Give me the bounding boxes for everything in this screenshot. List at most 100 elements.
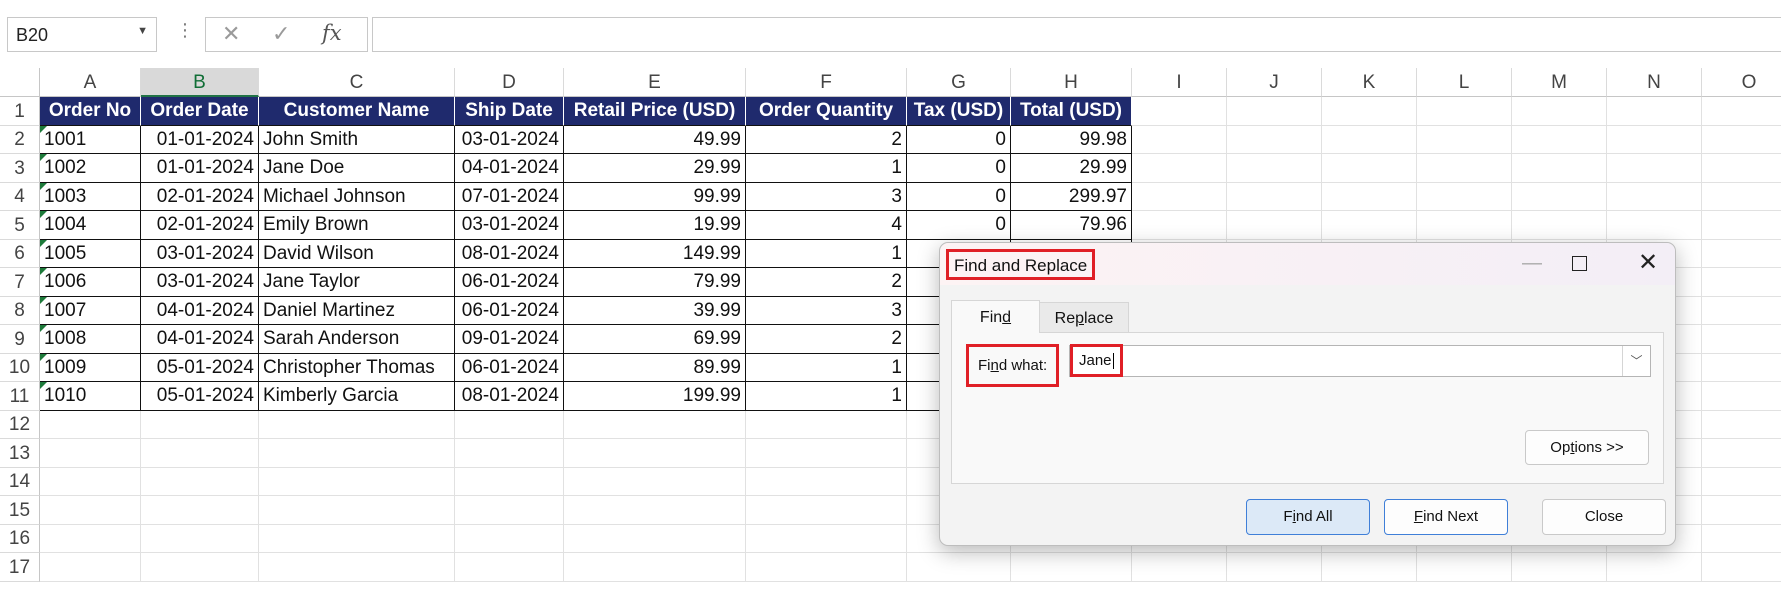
cell[interactable] [746,411,907,439]
cell[interactable] [1227,211,1322,240]
table-cell[interactable]: 1008 [40,325,141,354]
table-cell[interactable]: Jane Doe [259,154,455,183]
table-cell[interactable]: 03-01-2024 [455,126,564,154]
table-cell[interactable]: 04-01-2024 [141,325,259,354]
close-button[interactable]: Close [1542,499,1666,535]
table-cell[interactable]: 199.99 [564,382,746,411]
column-header-n[interactable]: N [1607,68,1702,97]
row-header-6[interactable]: 6 [0,240,40,268]
cell[interactable] [455,553,564,582]
table-cell[interactable]: 1 [746,354,907,382]
table-cell[interactable]: 03-01-2024 [141,268,259,297]
column-header-b[interactable]: B [141,68,259,97]
cell[interactable] [455,525,564,553]
table-cell[interactable]: Emily Brown [259,211,455,240]
row-header-1[interactable]: 1 [0,97,40,126]
table-cell[interactable]: Christopher Thomas [259,354,455,382]
column-header-a[interactable]: A [40,68,141,97]
cell[interactable] [564,439,746,468]
table-cell[interactable]: 1001 [40,126,141,154]
cell[interactable] [1702,268,1781,297]
cell[interactable] [259,468,455,496]
cell[interactable] [1417,97,1512,126]
table-cell[interactable]: 2 [746,268,907,297]
row-header-17[interactable]: 17 [0,553,40,582]
cell[interactable] [141,439,259,468]
cell[interactable] [1702,496,1781,525]
cell[interactable] [1322,183,1417,211]
cell[interactable] [564,468,746,496]
table-cell[interactable]: 89.99 [564,354,746,382]
table-cell[interactable]: 79.99 [564,268,746,297]
name-box[interactable]: B20 ▼ [7,17,157,52]
maximize-button[interactable] [1557,248,1601,278]
table-cell[interactable]: 299.97 [1011,183,1132,211]
table-cell[interactable]: 07-01-2024 [455,183,564,211]
cell[interactable] [1132,126,1227,154]
cell[interactable] [1512,183,1607,211]
cell[interactable] [1417,183,1512,211]
cell[interactable] [1702,525,1781,553]
column-header-g[interactable]: G [907,68,1011,97]
cell[interactable] [259,525,455,553]
row-header-10[interactable]: 10 [0,354,40,382]
column-header-d[interactable]: D [455,68,564,97]
cell[interactable] [1227,97,1322,126]
cell[interactable] [141,525,259,553]
cell[interactable] [259,411,455,439]
table-cell[interactable]: 39.99 [564,297,746,325]
column-header-c[interactable]: C [259,68,455,97]
table-header-cell[interactable]: Order Quantity [746,97,907,126]
cell[interactable] [1607,211,1702,240]
tab-replace[interactable]: Replace [1040,302,1129,333]
cell[interactable] [455,496,564,525]
cell[interactable] [564,411,746,439]
table-header-cell[interactable]: Retail Price (USD) [564,97,746,126]
cell[interactable] [1702,325,1781,354]
cell[interactable] [40,525,141,553]
cell[interactable] [259,496,455,525]
row-header-3[interactable]: 3 [0,154,40,183]
table-cell[interactable]: 04-01-2024 [141,297,259,325]
find-next-button[interactable]: Find Next [1384,499,1508,535]
cell[interactable] [1702,553,1781,582]
table-cell[interactable]: 06-01-2024 [455,354,564,382]
cell[interactable] [1702,183,1781,211]
column-header-l[interactable]: L [1417,68,1512,97]
chevron-down-icon[interactable]: ﹀ [1622,346,1650,376]
cell[interactable] [1702,382,1781,411]
column-header-o[interactable]: O [1702,68,1781,97]
row-header-16[interactable]: 16 [0,525,40,553]
cell[interactable] [1512,553,1607,582]
cell[interactable] [1132,183,1227,211]
table-cell[interactable]: 99.99 [564,183,746,211]
row-header-2[interactable]: 2 [0,126,40,154]
table-cell[interactable]: 149.99 [564,240,746,268]
cell[interactable] [746,439,907,468]
cell[interactable] [1132,97,1227,126]
table-cell[interactable]: 1010 [40,382,141,411]
table-cell[interactable]: 69.99 [564,325,746,354]
enter-icon[interactable]: ✓ [272,21,290,47]
table-cell[interactable]: 3 [746,183,907,211]
table-cell[interactable]: 99.98 [1011,126,1132,154]
table-cell[interactable]: 1009 [40,354,141,382]
table-cell[interactable]: 09-01-2024 [455,325,564,354]
cell[interactable] [1512,126,1607,154]
cell[interactable] [1132,211,1227,240]
table-cell[interactable]: 79.96 [1011,211,1132,240]
table-cell[interactable]: 0 [907,211,1011,240]
column-header-j[interactable]: J [1227,68,1322,97]
cell[interactable] [1702,211,1781,240]
cell[interactable] [259,553,455,582]
row-header-11[interactable]: 11 [0,382,40,411]
cell[interactable] [1512,211,1607,240]
close-icon[interactable]: ✕ [1626,248,1670,278]
options-button[interactable]: Options >> [1525,430,1649,465]
cell[interactable] [1322,154,1417,183]
row-header-12[interactable]: 12 [0,411,40,439]
table-cell[interactable]: 01-01-2024 [141,154,259,183]
table-cell[interactable]: 4 [746,211,907,240]
cell[interactable] [455,468,564,496]
cancel-icon[interactable]: ✕ [222,21,240,47]
